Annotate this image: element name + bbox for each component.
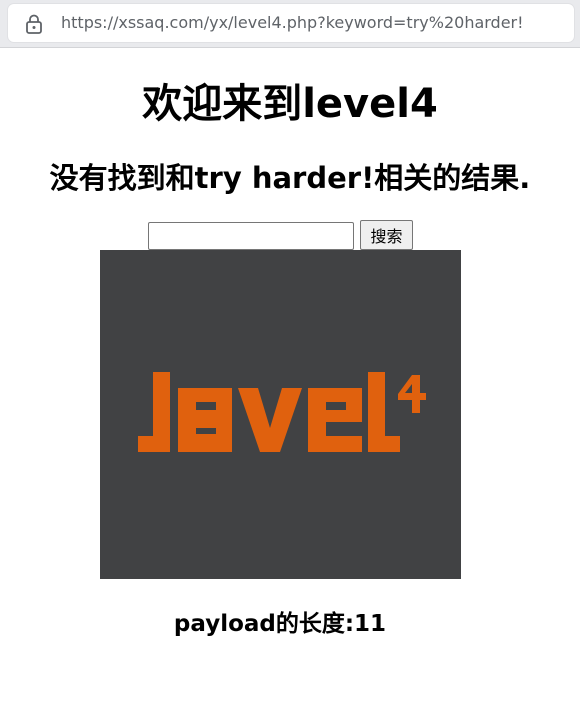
level4-logo-graphic [138,372,426,452]
search-result-message: 没有找到和try harder!相关的结果. [49,161,531,195]
page-title: 欢迎来到level4 [142,81,438,127]
browser-toolbar: https://xssaq.com/yx/level4.php?keyword=… [0,0,580,48]
payload-length-text: payload的长度:11 [173,611,387,637]
address-bar[interactable]: https://xssaq.com/yx/level4.php?keyword=… [8,4,574,42]
url-text[interactable]: https://xssaq.com/yx/level4.php?keyword=… [61,13,524,32]
level-logo-image [100,250,461,579]
lock-icon[interactable] [25,14,43,34]
logo-lettering [138,372,426,452]
search-input[interactable] [148,222,354,250]
search-button[interactable]: 搜索 [360,220,413,250]
